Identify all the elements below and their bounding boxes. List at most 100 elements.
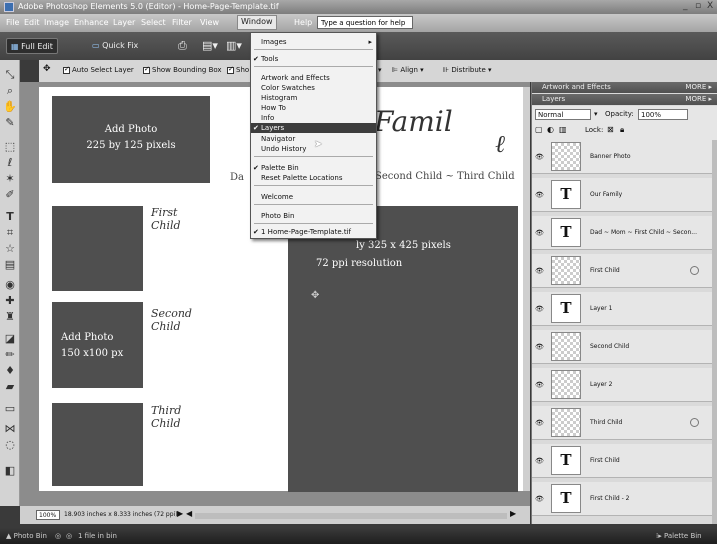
visibility-eye-icon[interactable]: 👁︎ [535,457,545,465]
bounding-box-checkbox[interactable]: Show Bounding Box [143,65,222,74]
brush-tool-icon[interactable]: ♦ [3,364,17,378]
quick-fix-button[interactable]: ▭ Quick Fix [88,38,142,54]
layer-row[interactable]: 👁︎ T First Child [532,444,712,478]
visibility-eye-icon[interactable]: 👁︎ [535,343,545,351]
zoom-tool-icon[interactable]: ⌕ [3,84,17,98]
move-tool-icon[interactable]: ⤡ [3,68,17,82]
info-menu-arrow[interactable]: ▶ [177,509,183,518]
photo-bin-next-icon[interactable]: ◎ [66,532,72,540]
horizontal-scrollbar[interactable] [195,513,507,519]
menu-select[interactable]: Select [138,17,169,28]
close-button[interactable]: X [707,1,713,11]
layers-more-button[interactable]: MORE ▸ [685,95,712,103]
scroll-right-arrow[interactable]: ▶ [510,509,516,518]
maximize-button[interactable]: ▫ [695,1,701,11]
second-child-photo-placeholder[interactable]: Add Photo 150 x100 px [52,302,143,388]
photo-bin-prev-icon[interactable]: ◎ [55,532,61,540]
visibility-eye-icon[interactable]: 👁︎ [535,305,545,313]
layer-row[interactable]: 👁︎ Layer 2 [532,368,712,402]
trash-icon[interactable]: ▥ [559,125,567,134]
window-menu-item-how-to[interactable]: How To [251,103,376,113]
eraser-tool-icon[interactable]: ◪ [3,332,17,346]
artwork-more-button[interactable]: MORE ▸ [685,83,712,91]
arrange-dropdown[interactable]: ▾ [378,66,382,74]
minimize-button[interactable]: _ [683,1,688,11]
menu-enhance[interactable]: Enhance [71,17,112,28]
pencil-tool-icon[interactable]: ✏ [3,348,17,362]
help-search-input[interactable]: Type a question for help [317,16,413,29]
lock-all-icon[interactable]: 🔒︎ [620,125,624,135]
layer-row[interactable]: 👁︎ T Our Family [532,178,712,212]
opacity-field[interactable]: 100% [638,109,688,120]
layers-scrollbar[interactable] [712,140,717,524]
scroll-left-arrow[interactable]: ◀ [186,509,192,518]
menu-file[interactable]: File [3,17,22,28]
first-child-photo-placeholder[interactable] [52,206,143,291]
layer-row[interactable]: 👁︎ First Child [532,254,712,288]
window-menu-item-color-swatches[interactable]: Color Swatches [251,83,376,93]
photo-bin-toggle[interactable]: ▲ Photo Bin [6,532,47,540]
palette-bin-toggle[interactable]: ⁞▸ Palette Bin [656,532,702,540]
marquee-tool-icon[interactable]: ⬚ [3,140,17,154]
layer-row[interactable]: 👁︎ Banner Photo [532,140,712,174]
window-menu-item-layers[interactable]: ✔ Layers [251,123,376,133]
create-icon[interactable]: ▥▾ [222,36,246,52]
blend-mode-arrow[interactable]: ▾ [594,110,598,118]
window-menu-item-palette-bin[interactable]: ✔ Palette Bin [251,163,376,173]
layer-row[interactable]: 👁︎ Third Child [532,406,712,440]
visibility-eye-icon[interactable]: 👁︎ [535,191,545,199]
share-icon[interactable]: ▤▾ [198,36,222,52]
shape-tool-icon[interactable]: ⋈ [3,422,17,436]
cookie-cutter-icon[interactable]: ☆ [3,242,17,256]
visibility-eye-icon[interactable]: 👁︎ [535,381,545,389]
large-photo-placeholder[interactable]: ly 325 x 425 pixels 72 ppi resolution ✥ [288,206,518,492]
print-icon[interactable]: ⎙ [174,36,191,52]
color-swatches-icon[interactable]: ◧ [3,464,17,478]
menu-help[interactable]: Help [291,17,315,28]
window-menu-item-photo-bin[interactable]: Photo Bin [251,211,376,221]
selection-brush-icon[interactable]: ✐ [3,188,17,202]
banner-photo-placeholder[interactable]: Add Photo 225 by 125 pixels [52,96,210,183]
adjustment-layer-icon[interactable]: ◐ [547,125,554,134]
visibility-eye-icon[interactable]: 👁︎ [535,153,545,161]
zoom-field[interactable]: 100% [36,510,60,520]
new-layer-icon[interactable]: ▢ [535,125,543,134]
lasso-tool-icon[interactable]: ℓ [3,156,17,170]
red-eye-tool-icon[interactable]: ◉ [3,278,17,292]
menu-edit[interactable]: Edit [21,17,43,28]
third-child-photo-placeholder[interactable] [52,403,143,486]
window-menu-item-info[interactable]: Info [251,113,376,123]
magic-wand-tool-icon[interactable]: ✶ [3,172,17,186]
artwork-effects-header[interactable]: Artwork and Effects MORE ▸ [532,82,717,93]
distribute-dropdown[interactable]: ⊪ Distribute ▾ [443,66,492,74]
menu-window[interactable]: Window [237,15,277,30]
layer-row[interactable]: 👁︎ T First Child - 2 [532,482,712,516]
align-dropdown[interactable]: ⊫ Align ▾ [392,66,424,74]
gradient-tool-icon[interactable]: ▭ [3,402,17,416]
paint-bucket-icon[interactable]: ▰ [3,380,17,394]
healing-brush-icon[interactable]: ✚ [3,294,17,308]
window-menu-item-welcome[interactable]: Welcome [251,192,376,202]
crop-tool-icon[interactable]: ⌗ [3,226,17,240]
window-menu-item-1-home-page-template-tif[interactable]: ✔ 1 Home-Page-Template.tif [251,227,376,237]
window-menu-item-reset-palette-locations[interactable]: Reset Palette Locations [251,173,376,183]
visibility-eye-icon[interactable]: 👁︎ [535,419,545,427]
type-tool-icon[interactable]: T [3,210,17,224]
window-menu-item-histogram[interactable]: Histogram [251,93,376,103]
eyedropper-tool-icon[interactable]: ✎ [3,116,17,130]
full-edit-button[interactable]: ▦ Full Edit [6,38,58,54]
blur-tool-icon[interactable]: ◌ [3,438,17,452]
blend-mode-select[interactable]: Normal [535,109,591,120]
hand-tool-icon[interactable]: ✋ [3,100,17,114]
menu-filter[interactable]: Filter [169,17,195,28]
visibility-eye-icon[interactable]: 👁︎ [535,267,545,275]
vertical-scrollbar[interactable] [523,87,530,491]
window-menu-item-artwork-and-effects[interactable]: Artwork and Effects [251,73,376,83]
lock-transparency-icon[interactable]: ⊠ [607,125,614,134]
show-highlight-checkbox[interactable]: Sho [227,65,249,74]
auto-select-checkbox[interactable]: Auto Select Layer [63,65,134,74]
layer-row[interactable]: 👁︎ T Dad ~ Mom ~ First Child ~ Secon... [532,216,712,250]
layer-row[interactable]: 👁︎ T Layer 1 [532,292,712,326]
window-menu-item-images[interactable]: Images ▸ [251,37,376,47]
visibility-eye-icon[interactable]: 👁︎ [535,229,545,237]
